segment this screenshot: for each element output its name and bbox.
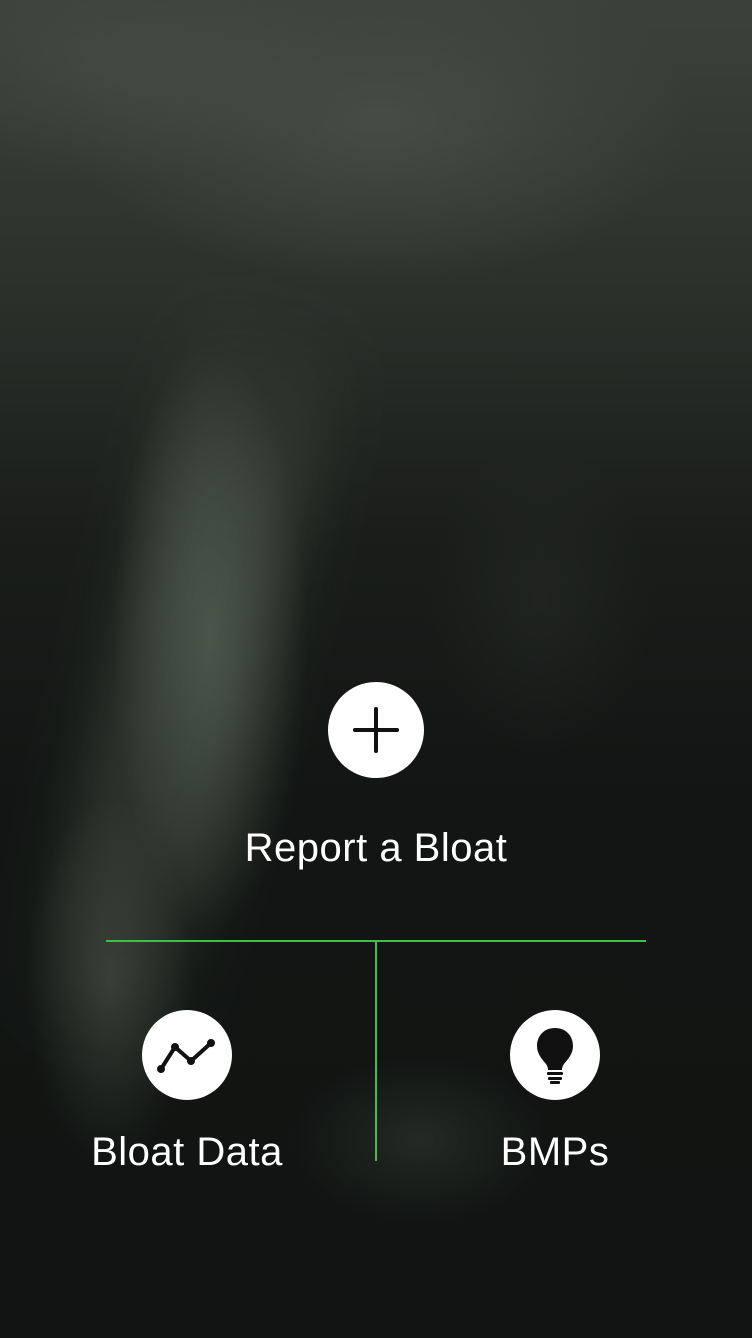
bmps-button[interactable]: BMPs: [430, 1010, 680, 1175]
menu-divider-vertical: [375, 941, 377, 1161]
bmps-label: BMPs: [500, 1130, 610, 1174]
bmps-icon-circle[interactable]: [510, 1010, 600, 1100]
report-bloat-icon-circle[interactable]: [328, 682, 424, 778]
home-screen: Report a Bloat Bloat Data BMPs: [0, 0, 752, 1338]
report-bloat-button[interactable]: Report a Bloat: [0, 682, 752, 871]
line-chart-icon: [157, 1039, 215, 1073]
plus-icon: [353, 707, 399, 753]
bloat-data-icon-circle[interactable]: [142, 1010, 232, 1100]
bloat-data-label: Bloat Data: [91, 1130, 283, 1174]
bloat-data-button[interactable]: Bloat Data: [62, 1010, 312, 1175]
report-bloat-label: Report a Bloat: [244, 826, 508, 870]
lightbulb-icon: [537, 1028, 573, 1084]
